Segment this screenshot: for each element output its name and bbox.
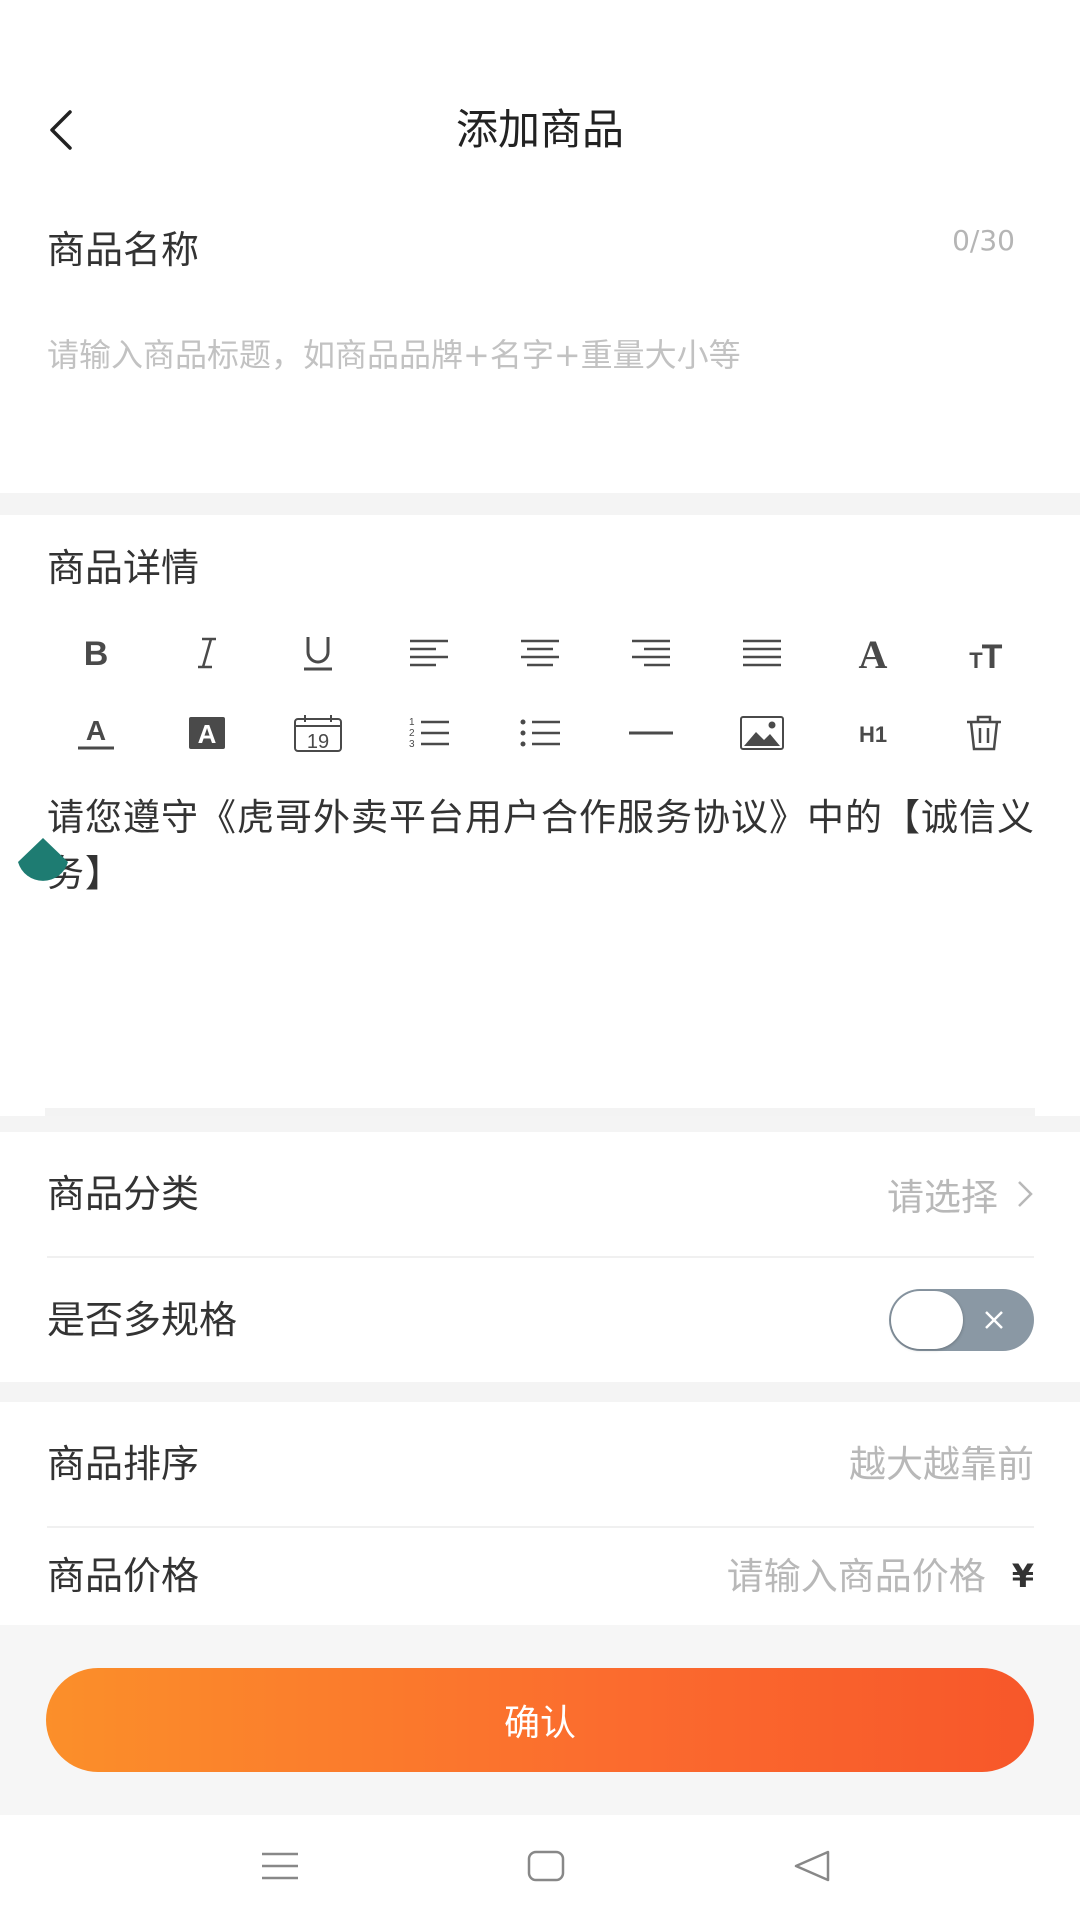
price-input[interactable] bbox=[645, 1554, 986, 1598]
svg-text:B: B bbox=[83, 636, 108, 670]
toggle-knob bbox=[891, 1291, 963, 1349]
category-row[interactable]: 商品分类 请选择 bbox=[47, 1132, 1034, 1256]
editor-bottom-border bbox=[45, 1108, 1035, 1116]
menu-icon[interactable] bbox=[245, 1835, 315, 1897]
background-color-icon[interactable]: A bbox=[151, 698, 262, 768]
svg-text:2: 2 bbox=[409, 728, 415, 739]
font-size-icon[interactable]: TT bbox=[928, 618, 1039, 688]
svg-text:19: 19 bbox=[306, 731, 328, 753]
category-label: 商品分类 bbox=[47, 1172, 200, 1216]
delete-icon[interactable] bbox=[928, 698, 1039, 768]
align-justify-icon[interactable] bbox=[706, 618, 817, 688]
multi-spec-row: 是否多规格 bbox=[47, 1258, 1034, 1382]
home-icon[interactable] bbox=[511, 1835, 581, 1897]
image-icon[interactable] bbox=[706, 698, 817, 768]
price-label: 商品价格 bbox=[47, 1554, 200, 1598]
category-select[interactable]: 请选择 bbox=[887, 1167, 1034, 1221]
sort-row: 商品排序 bbox=[47, 1402, 1034, 1526]
rich-text-editor[interactable]: 请您遵守《虎哥外卖平台用户合作服务协议》中的【诚信义务】 bbox=[47, 790, 1037, 902]
bold-icon[interactable]: B bbox=[40, 618, 151, 688]
system-nav-bar bbox=[0, 1815, 1080, 1920]
unordered-list-icon[interactable] bbox=[484, 698, 595, 768]
align-center-icon[interactable] bbox=[484, 618, 595, 688]
section-divider bbox=[0, 493, 1080, 515]
date-icon[interactable]: 19 bbox=[262, 698, 373, 768]
product-name-input[interactable] bbox=[47, 330, 1007, 380]
chevron-right-icon bbox=[1018, 1181, 1033, 1207]
svg-text:H1: H1 bbox=[858, 722, 886, 747]
close-icon bbox=[985, 1311, 1003, 1329]
align-left-icon[interactable] bbox=[373, 618, 484, 688]
sort-input[interactable] bbox=[694, 1442, 1034, 1486]
char-counter: 0/30 bbox=[952, 224, 1015, 257]
text-cursor-handle-icon[interactable] bbox=[14, 838, 72, 890]
align-right-icon[interactable] bbox=[595, 618, 706, 688]
font-color-icon[interactable]: A bbox=[40, 698, 151, 768]
svg-text:A: A bbox=[858, 634, 887, 672]
currency-symbol: ¥ bbox=[1011, 1557, 1034, 1595]
product-name-label: 商品名称 bbox=[47, 228, 200, 272]
editor-toolbar-row-1: B A TT bbox=[40, 618, 1040, 688]
svg-text:1: 1 bbox=[409, 717, 415, 728]
multi-spec-toggle[interactable] bbox=[889, 1289, 1034, 1351]
page-title: 添加商品 bbox=[455, 105, 624, 154]
ordered-list-icon[interactable]: 123 bbox=[373, 698, 484, 768]
font-icon[interactable]: A bbox=[817, 618, 928, 688]
price-row: 商品价格 ¥ bbox=[47, 1528, 1034, 1624]
svg-text:A: A bbox=[85, 715, 105, 746]
horizontal-rule-icon[interactable] bbox=[595, 698, 706, 768]
confirm-button[interactable]: 确认 bbox=[46, 1668, 1034, 1772]
svg-text:A: A bbox=[197, 719, 216, 749]
product-details-label: 商品详情 bbox=[47, 546, 200, 590]
section-divider bbox=[0, 1382, 1080, 1402]
category-value: 请选择 bbox=[887, 1176, 998, 1219]
svg-text:T: T bbox=[981, 638, 1002, 672]
multi-spec-label: 是否多规格 bbox=[47, 1298, 238, 1342]
section-divider bbox=[0, 1116, 1080, 1132]
heading-1-icon[interactable]: H1 bbox=[817, 698, 928, 768]
underline-icon[interactable] bbox=[262, 618, 373, 688]
svg-text:3: 3 bbox=[409, 739, 415, 750]
italic-icon[interactable] bbox=[151, 618, 262, 688]
sort-label: 商品排序 bbox=[47, 1442, 200, 1486]
back-triangle-icon[interactable] bbox=[777, 1835, 847, 1897]
editor-toolbar-row-2: A A 19 123 H1 bbox=[40, 698, 1040, 768]
